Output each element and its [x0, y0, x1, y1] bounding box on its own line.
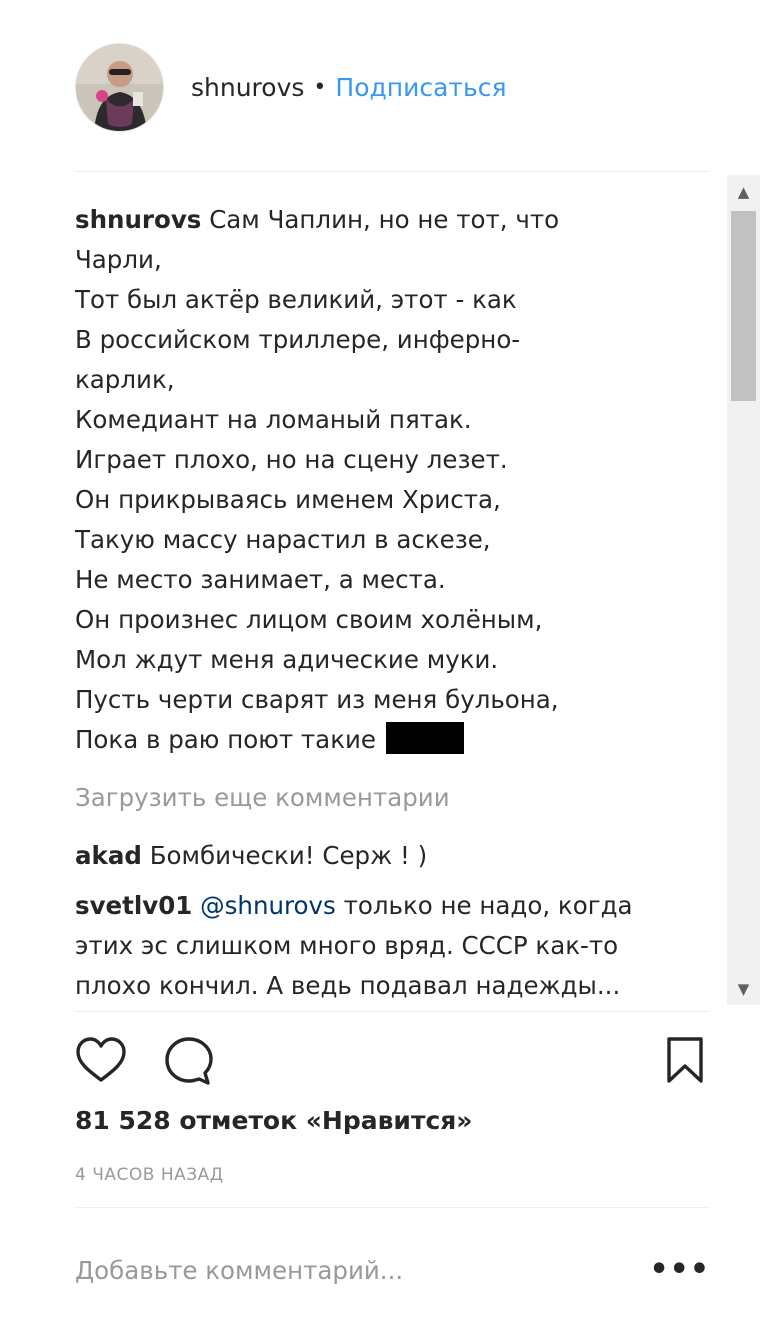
scroll-thumb[interactable]: [731, 211, 756, 401]
separator-dot: •: [313, 74, 327, 100]
comment-mention-link[interactable]: @shnurovs: [200, 891, 336, 920]
follow-button[interactable]: Подписаться: [335, 73, 506, 102]
load-more-comments-button[interactable]: Загрузить еще комментарии: [75, 778, 705, 818]
comment-username[interactable]: svetlv01: [75, 891, 192, 920]
add-comment-bar: •••: [75, 1245, 710, 1295]
comments-list: shnurovs Сам Чаплин, но не тот, что Чарл…: [75, 200, 705, 1000]
comment-item: akad Бомбически! Серж ! ): [75, 836, 705, 876]
comment-text: только не надо, когда: [335, 891, 633, 920]
caption-line: Сам Чаплин, но не тот, что: [209, 205, 560, 234]
comment-input[interactable]: [75, 1255, 635, 1285]
caption-line: Играет плохо, но на сцену лезет.: [75, 445, 508, 474]
comment-bubble-icon[interactable]: [163, 1035, 215, 1087]
caption-line: Комедиант на ломаный пятак.: [75, 405, 472, 434]
comment-username[interactable]: akad: [75, 841, 142, 870]
action-bar: [75, 1035, 710, 1087]
comments-scrollbar[interactable]: ▲ ▼: [727, 175, 760, 1005]
caption-line: Такую массу нарастил в аскезе,: [75, 525, 491, 554]
header-username[interactable]: shnurovs: [191, 73, 304, 102]
heart-icon[interactable]: [75, 1035, 127, 1087]
avatar[interactable]: [75, 42, 164, 132]
caption: shnurovs Сам Чаплин, но не тот, что Чарл…: [75, 200, 705, 760]
caption-line: Чарли,: [75, 245, 162, 274]
caption-line: Пока в раю поют такие: [75, 725, 376, 754]
caption-line: карлик,: [75, 365, 175, 394]
post-panel: shnurovs • Подписаться shnurovs Сам Чапл…: [0, 0, 760, 1328]
caption-line: В российском триллере, инферно-: [75, 325, 521, 354]
header-divider: [75, 171, 710, 172]
footer-divider: [75, 1207, 710, 1208]
post-header: shnurovs • Подписаться: [75, 42, 507, 132]
scroll-up-arrow-icon[interactable]: ▲: [727, 175, 760, 208]
comment-item: svetlv01 @shnurovs только не надо, когда…: [75, 886, 705, 1000]
caption-line: Тот был актёр великий, этот - как: [75, 285, 517, 314]
more-options-icon[interactable]: •••: [649, 1255, 710, 1285]
censor-bar: [385, 722, 464, 754]
post-timestamp[interactable]: 4 ЧАСОВ НАЗАД: [75, 1165, 224, 1185]
bookmark-icon[interactable]: [660, 1035, 712, 1087]
comment-text: этих эс слишком много вряд. СССР как-то: [75, 931, 619, 960]
caption-line: Мол ждут меня адические муки.: [75, 645, 499, 674]
caption-line: Пусть черти сварят из меня бульона,: [75, 685, 559, 714]
avatar-photo: [76, 43, 163, 131]
caption-line: Не место занимает, а места.: [75, 565, 446, 594]
caption-line: Он прикрываясь именем Христа,: [75, 485, 501, 514]
scroll-down-arrow-icon[interactable]: ▼: [727, 972, 760, 1005]
comments-divider: [75, 1011, 710, 1012]
likes-count[interactable]: 81 528 отметок «Нравится»: [75, 1106, 472, 1135]
comment-text: Бомбически! Серж ! ): [149, 841, 428, 870]
caption-line: Он произнес лицом своим холёным,: [75, 605, 543, 634]
comment-text: плохо кончил. А ведь подавал надежды...: [75, 971, 621, 1000]
caption-username[interactable]: shnurovs: [75, 205, 201, 234]
